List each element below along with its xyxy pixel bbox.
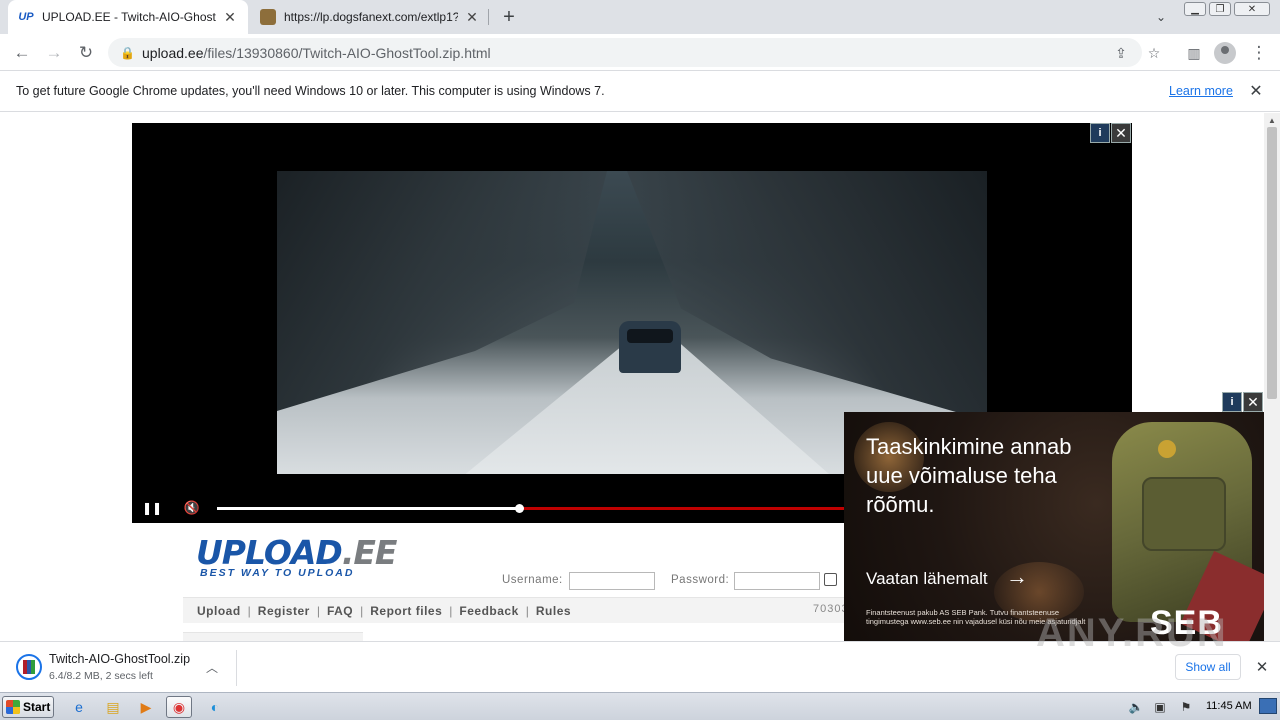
download-shelf-close-icon[interactable]: ✕ [1253,658,1271,676]
profile-avatar[interactable] [1214,42,1236,64]
site-nav: Upload | Register | FAQ | Report files | Fee… [183,597,853,623]
upload-favicon-icon: UP [18,11,34,23]
tab-upload-ee[interactable]: UP UPLOAD.EE - Twitch-AIO-GhostTool.z ✕ [8,0,248,34]
seb-headline: Taaskinkimine annab uue võimaluse teha r… [866,434,1072,517]
download-shelf: ANY.RUN Twitch-AIO-GhostTool.zip 6.4/8.2… [0,611,1280,692]
tab-title: UPLOAD.EE - Twitch-AIO-GhostTool.z [42,10,216,24]
page-content: i ✕ ❚❚ 🔇 UPLOAD.EE BEST WAY TO UPLOAD Us… [0,113,1264,641]
scroll-up-arrow-icon[interactable]: ▲ [1264,113,1280,127]
seb-ad[interactable]: Taaskinkimine annab uue võimaluse teha r… [844,412,1264,641]
archive-file-icon[interactable] [16,654,42,680]
upload-ee-logo[interactable]: UPLOAD.EE BEST WAY TO UPLOAD [196,533,397,579]
remember-checkbox[interactable] [824,573,837,586]
volume-icon[interactable]: 🔈 [1128,699,1144,715]
pause-icon[interactable]: ❚❚ [142,500,162,516]
video-progress-knob[interactable] [515,504,525,513]
tab-title: https://lp.dogsfanext.com/extlp1?se [284,10,458,24]
network-icon[interactable]: ▣ [1152,699,1168,715]
learn-more-link[interactable]: Learn more [1169,84,1233,98]
tab-close-icon[interactable]: ✕ [222,9,238,25]
seb-ad-close-icon[interactable]: ✕ [1243,392,1263,412]
edge-icon[interactable]: ◐ [202,696,228,718]
start-button[interactable]: Start [2,696,54,718]
file-explorer-icon[interactable]: ▤ [100,696,126,718]
window-close-button[interactable]: ✕ [1234,2,1270,16]
maximize-button[interactable]: ❐ [1209,2,1231,16]
bookmark-star-icon[interactable]: ☆ [1145,44,1163,62]
nav-faq[interactable]: FAQ [327,604,353,618]
infobar-message: To get future Google Chrome updates, you… [16,84,605,98]
ad-info-icon[interactable]: i [1090,123,1110,143]
url-text[interactable]: upload.ee/files/13930860/Twitch-AIO-Ghos… [142,45,491,61]
seb-cta-link[interactable]: Vaatan lähemalt [866,569,988,589]
windows-logo-icon [6,700,20,714]
username-input[interactable] [569,572,655,590]
clock[interactable]: 11:45 AM [1206,700,1252,712]
nav-register[interactable]: Register [258,604,310,618]
nav-feedback[interactable]: Feedback [459,604,518,618]
divider [236,650,237,686]
nav-report-files[interactable]: Report files [370,604,442,618]
menu-kebab-icon[interactable]: ⋮ [1246,40,1272,66]
scroll-thumb[interactable] [1267,127,1277,399]
logo-tagline: BEST WAY TO UPLOAD [200,567,355,579]
video-progress-bar[interactable] [217,504,847,513]
download-status: 6.4/8.2 MB, 2 secs left [49,670,153,682]
username-label: Username: [502,574,563,586]
forest-left [277,171,607,411]
update-infobar: To get future Google Chrome updates, you… [0,72,1280,112]
lock-icon[interactable]: 🔒 [120,46,136,60]
browser-toolbar: ← → ↻ 🔒 upload.ee/files/13930860/Twitch-… [0,34,1280,71]
muted-speaker-icon[interactable]: 🔇 [182,500,202,516]
show-all-button[interactable]: Show all [1175,654,1241,680]
chrome-icon[interactable]: ◉ [166,696,192,718]
action-center-flag-icon[interactable]: ⚑ [1178,699,1194,715]
page-scrollbar[interactable]: ▲ [1264,113,1280,641]
download-filename[interactable]: Twitch-AIO-GhostTool.zip [49,652,190,666]
reload-icon[interactable]: ↻ [73,40,99,66]
windows-taskbar: Start e ▤ ▶ ◉ ◐ 🔈 ▣ ⚑ 11:45 AM [0,692,1280,720]
internet-explorer-icon[interactable]: e [66,696,92,718]
nav-rules[interactable]: Rules [536,604,571,618]
content-box [183,632,363,641]
share-icon[interactable]: ⇪ [1112,44,1130,62]
new-tab-button[interactable]: + [497,5,521,29]
nav-upload[interactable]: Upload [197,604,241,618]
video-progress-fill [217,507,520,510]
tab-dogsfanext[interactable]: https://lp.dogsfanext.com/extlp1?se ✕ [250,0,490,34]
media-player-icon[interactable]: ▶ [133,696,159,718]
tab-strip: UP UPLOAD.EE - Twitch-AIO-GhostTool.z ✕ … [0,0,1280,34]
car [619,321,681,373]
show-desktop-button[interactable] [1259,698,1277,714]
dog-favicon-icon [260,9,276,25]
password-input[interactable] [734,572,820,590]
forward-arrow-icon[interactable]: → [41,40,67,66]
watermark-logo: ANY.RUN [1036,611,1228,655]
password-label: Password: [671,574,730,586]
arrow-right-icon[interactable]: → [1006,564,1028,590]
back-arrow-icon[interactable]: ← [9,40,35,66]
address-bar[interactable]: 🔒 upload.ee/files/13930860/Twitch-AIO-Gh… [108,38,1142,67]
ad-close-icon[interactable]: ✕ [1111,123,1131,143]
seb-ad-info-icon[interactable]: i [1222,392,1242,412]
infobar-close-icon[interactable]: ✕ [1247,82,1265,100]
minimize-button[interactable]: ▁ [1184,2,1206,16]
tab-close-icon[interactable]: ✕ [464,9,480,25]
chevron-up-icon[interactable]: ︿ [203,658,221,676]
tab-search-chevron-icon[interactable]: ⌄ [1150,7,1172,27]
side-panel-icon[interactable]: ▥ [1181,40,1207,66]
